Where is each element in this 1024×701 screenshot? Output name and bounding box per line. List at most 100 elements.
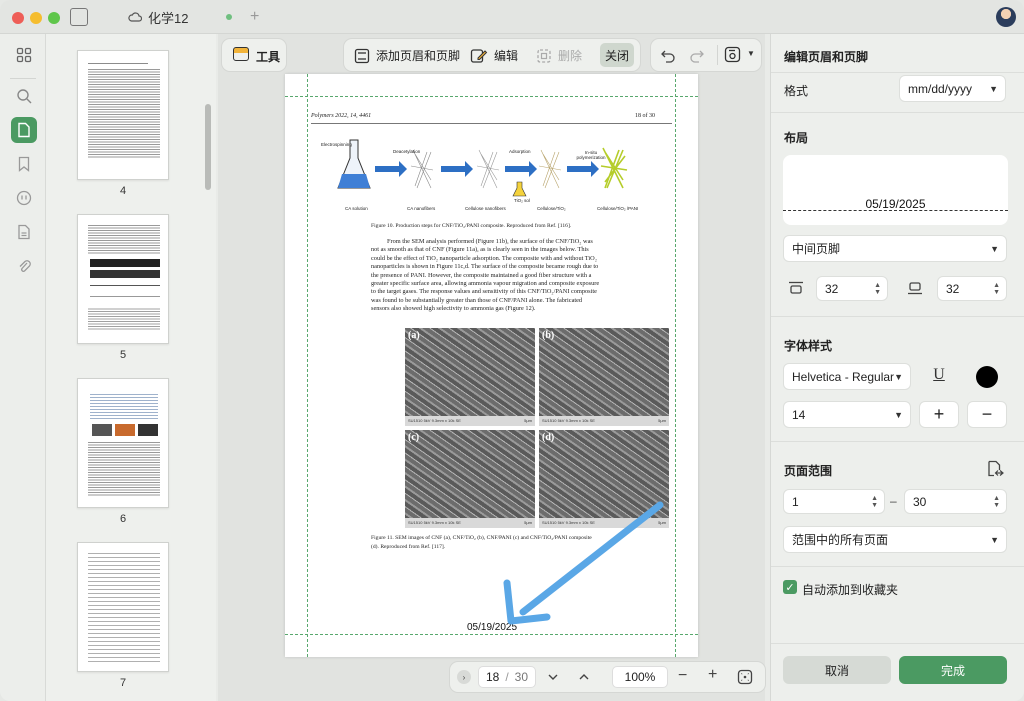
range-mode-value: 范围中的所有页面 [792, 533, 889, 547]
search-icon[interactable] [11, 83, 37, 109]
new-tab-icon[interactable]: + [250, 8, 259, 26]
fig10-step-label: Cellulose/TiO₂ [537, 206, 566, 211]
sidebar-toggle-icon[interactable] [70, 8, 88, 26]
undo-icon[interactable] [660, 47, 676, 63]
panel-divider [771, 643, 1024, 644]
thumbnail-page-5[interactable] [77, 214, 169, 344]
thumbnail-page-4[interactable] [77, 50, 169, 180]
thumbnail-page-7[interactable] [77, 542, 169, 672]
fig10-arrow-label: Adsorption [509, 149, 531, 154]
close-window-button[interactable] [12, 12, 24, 24]
left-guide [307, 74, 308, 657]
tools-label: 工具 [256, 50, 281, 64]
page-number-field[interactable]: 18 / 30 [478, 666, 536, 688]
sem-label: (b) [542, 330, 555, 341]
toolbar-divider [717, 45, 718, 65]
range-to-input[interactable]: 30 ▲ ▼ [904, 489, 1007, 514]
fig10-arrow-label: Deacetylation [393, 149, 421, 154]
delete-button[interactable]: 删除 [536, 47, 582, 64]
page-range-settings-icon[interactable] [986, 460, 1004, 478]
panel-divider [771, 112, 1024, 113]
save-icon[interactable] [724, 46, 741, 63]
comment-icon[interactable] [11, 185, 37, 211]
range-from-input[interactable]: 1 ▲ ▼ [783, 489, 885, 514]
fig10-arrow-label: Electrospinning [321, 142, 352, 147]
top-margin-input[interactable]: 32 ▲ ▼ [816, 276, 888, 301]
chevron-down-icon: ▼ [989, 83, 998, 94]
underline-icon[interactable]: U [931, 366, 947, 386]
next-page-icon[interactable] [547, 671, 559, 683]
body-line: nanoparticles is shown in Figure 11c,d. … [371, 263, 599, 271]
done-button[interactable]: 完成 [899, 656, 1007, 684]
body-line: From the SEM analysis performed (Figure … [387, 238, 593, 245]
bookmark-icon[interactable] [11, 151, 37, 177]
fit-page-icon[interactable] [737, 669, 753, 685]
increase-font-button[interactable]: + [919, 401, 959, 428]
stepper-icon[interactable]: ▲ ▼ [993, 495, 1000, 509]
app-window: 化学12 + 4 5 6 7 工具 添加页眉和页脚 编辑 删除 关闭 ▼ Pol… [0, 0, 1024, 701]
page-navigation-bar: › 18 / 30 100% − + [450, 662, 765, 692]
range-dash: – [890, 494, 897, 508]
previous-page-icon[interactable] [578, 671, 590, 683]
figure-11-caption: (d). Reproduced from Ref. [117]. [371, 544, 446, 550]
sem-label: (d) [542, 432, 555, 443]
font-size-value: 14 [792, 407, 806, 422]
grid-view-icon[interactable] [11, 42, 37, 68]
chevron-down-icon: ▼ [894, 371, 903, 382]
bottom-margin-value: 32 [946, 281, 960, 296]
bottom-margin-input[interactable]: 32 ▲ ▼ [937, 276, 1007, 301]
font-color-swatch[interactable] [976, 366, 998, 388]
font-size-select[interactable]: 14 ▼ [783, 401, 911, 428]
total-pages: 30 [514, 670, 529, 684]
body-line: to the target gases. The response values… [371, 288, 597, 296]
chevron-right-icon[interactable]: › [457, 670, 471, 684]
auto-bookmark-checkbox[interactable]: ✓ [783, 580, 797, 594]
panel-divider [771, 566, 1024, 567]
pages-icon[interactable] [11, 117, 37, 143]
attachment-icon[interactable] [11, 253, 37, 279]
rail-divider [10, 78, 36, 79]
chevron-down-icon: ▼ [990, 243, 999, 254]
pdf-header-rule [311, 123, 672, 124]
date-format-select[interactable]: mm/dd/yyyy ▼ [899, 75, 1006, 102]
top-margin-icon [789, 281, 803, 294]
body-line: was found to be substantially greater th… [371, 296, 583, 304]
stepper-icon[interactable]: ▲ ▼ [874, 282, 881, 296]
panel-title: 编辑页眉和页脚 [784, 50, 869, 64]
thumbnail-panel: 4 5 6 7 [46, 34, 216, 701]
layout-label: 布局 [784, 131, 809, 145]
range-mode-select[interactable]: 范围中的所有页面 ▼ [783, 526, 1007, 553]
sem-bar-text: SU1510 5kV 9.3mm x 10k SE [408, 520, 461, 525]
sem-bar-text: SU1510 5kV 9.3mm x 10k SE [542, 418, 595, 423]
stepper-icon[interactable]: ▲ ▼ [871, 495, 878, 509]
left-rail [0, 34, 46, 701]
thumbnail-page-6[interactable] [77, 378, 169, 508]
edit-button[interactable]: 编辑 [470, 47, 518, 64]
add-header-footer-button[interactable]: 添加页眉和页脚 [354, 47, 460, 64]
stepper-icon[interactable]: ▲ ▼ [993, 282, 1000, 296]
position-select[interactable]: 中间页脚 ▼ [783, 235, 1007, 262]
zoom-window-button[interactable] [48, 12, 60, 24]
zoom-out-icon[interactable]: − [678, 667, 687, 685]
format-label: 格式 [784, 84, 809, 98]
document-tab[interactable]: 化学12 [110, 5, 258, 29]
tools-button[interactable]: 工具 [222, 39, 286, 71]
thumbnail-scrollbar[interactable] [205, 104, 211, 190]
cancel-button[interactable]: 取消 [783, 656, 891, 684]
close-header-footer-button[interactable]: 关闭 [600, 43, 634, 67]
minimize-window-button[interactable] [30, 12, 42, 24]
page-range-label: 页面范围 [784, 464, 833, 478]
zoom-level-field[interactable]: 100% [612, 666, 668, 688]
thumbnail-label: 4 [119, 185, 127, 197]
fig10-step-label: Cellulose nanofibers [465, 206, 506, 211]
decrease-font-button[interactable]: − [967, 401, 1007, 428]
document-icon[interactable] [11, 219, 37, 245]
zoom-in-icon[interactable]: + [708, 666, 717, 684]
font-family-select[interactable]: Helvetica - Regular ▼ [783, 363, 911, 390]
body-line: greater specific surface area, allowing … [371, 280, 600, 288]
bottom-margin-icon [908, 282, 922, 295]
user-avatar[interactable] [996, 7, 1016, 27]
redo-icon[interactable] [689, 47, 705, 63]
top-margin-value: 32 [825, 281, 839, 296]
chevron-down-icon[interactable]: ▼ [747, 49, 755, 58]
